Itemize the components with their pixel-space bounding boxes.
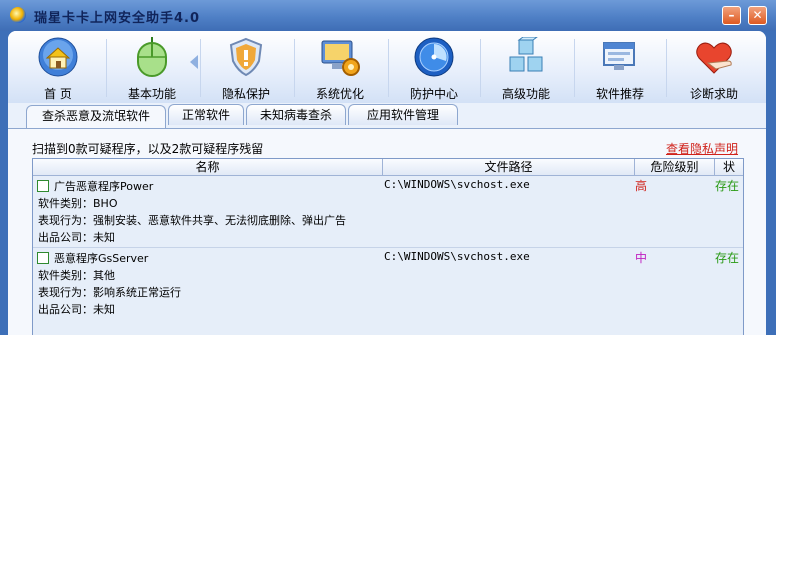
toolbar-label-advanced: 高级功能 (501, 87, 550, 101)
toolbar-label-privacy: 隐私保护 (221, 87, 270, 101)
toolbar-divider (666, 39, 667, 97)
table-header: 名称 文件路径 危险级别 状 (33, 159, 743, 176)
row-path: C:\WINDOWS\svchost.exe (384, 250, 530, 263)
app-logo-icon (10, 7, 26, 23)
toolbar-item-home[interactable]: 首 页 (12, 35, 104, 103)
row-level: 中 (635, 251, 648, 265)
close-button[interactable]: ✕ (748, 6, 767, 25)
tab-normal-software[interactable]: 正常软件 (168, 104, 244, 125)
column-header-level[interactable]: 危险级别 (635, 159, 715, 175)
home-icon (38, 37, 78, 77)
row-company: 出品公司：未知 (38, 303, 115, 316)
toolbar-item-basic[interactable]: 基本功能 (106, 35, 198, 103)
row-level: 高 (635, 179, 648, 193)
tab-app-manager[interactable]: 应用软件管理 (348, 104, 458, 125)
row-name: 广告恶意程序Power (54, 180, 154, 193)
tab-malware-scan[interactable]: 查杀恶意及流氓软件 (26, 105, 166, 128)
row-status: 存在 (715, 179, 740, 193)
row-status: 存在 (715, 251, 740, 265)
toolbar-label-recommend: 软件推荐 (595, 87, 644, 101)
mouse-icon (137, 37, 167, 77)
toolbar-item-optimize[interactable]: 系统优化 (294, 35, 386, 103)
minimize-button[interactable]: – (722, 6, 741, 25)
chevron-left-icon (190, 55, 198, 69)
toolbar-label-help: 诊断求助 (689, 87, 738, 101)
column-header-name[interactable]: 名称 (33, 159, 383, 175)
toolbar-item-protection[interactable]: 防护中心 (388, 35, 480, 103)
toolbar-label-protection: 防护中心 (409, 87, 458, 101)
toolbar-label-home: 首 页 (44, 87, 72, 101)
column-header-status[interactable]: 状 (715, 159, 743, 175)
table-row[interactable]: 广告恶意程序Power C:\WINDOWS\svchost.exe 高 存在 … (33, 176, 743, 248)
client-area: 首 页 基本功能 隐私保护 系统优化 防护中心 高级功能 软件推荐 诊断求助 查… (8, 31, 766, 335)
row-behavior: 表现行为：影响系统正常运行 (38, 286, 181, 299)
scan-summary: 扫描到0款可疑程序，以及2款可疑程序残留 (32, 142, 264, 156)
app-window: 瑞星卡卡上网安全助手4.0 – ✕ 首 页 基本功能 隐私保护 系统优化 防护中… (0, 0, 776, 335)
scan-panel: 扫描到0款可疑程序，以及2款可疑程序残留 查看隐私声明 名称 文件路径 危险级别… (8, 128, 766, 335)
toolbar-item-privacy[interactable]: 隐私保护 (200, 35, 292, 103)
tab-unknown-virus[interactable]: 未知病毒查杀 (246, 104, 346, 125)
privacy-link[interactable]: 查看隐私声明 (666, 140, 738, 157)
heart-hand-icon (696, 42, 732, 74)
row-category: 软件类别：BHO (38, 197, 118, 210)
toolbar-item-recommend[interactable]: 软件推荐 (574, 35, 666, 103)
row-company: 出品公司：未知 (38, 231, 115, 244)
row-name: 恶意程序GsServer (54, 252, 149, 265)
column-header-path[interactable]: 文件路径 (383, 159, 635, 175)
sub-tab-bar: 查杀恶意及流氓软件 正常软件 未知病毒查杀 应用软件管理 (8, 103, 766, 129)
windows-icon (603, 42, 635, 70)
window-title: 瑞星卡卡上网安全助手4.0 (34, 11, 201, 26)
row-behavior: 表现行为：强制安装、恶意软件共享、无法彻底删除、弹出广告 (38, 214, 346, 227)
toolbar-item-advanced[interactable]: 高级功能 (480, 35, 572, 103)
table-row[interactable]: 恶意程序GsServer C:\WINDOWS\svchost.exe 中 存在… (33, 248, 743, 320)
title-bar[interactable]: 瑞星卡卡上网安全助手4.0 – ✕ (0, 0, 776, 31)
row-checkbox[interactable] (37, 252, 49, 264)
cubes-icon (509, 37, 543, 72)
toolbar-label-basic: 基本功能 (127, 87, 176, 101)
table-empty-area (33, 319, 743, 335)
monitor-gear-icon (321, 40, 360, 76)
toolbar-label-optimize: 系统优化 (315, 87, 364, 101)
toolbar-item-help[interactable]: 诊断求助 (668, 35, 760, 103)
row-checkbox[interactable] (37, 180, 49, 192)
shield-icon (229, 37, 263, 77)
main-toolbar: 首 页 基本功能 隐私保护 系统优化 防护中心 高级功能 软件推荐 诊断求助 (8, 31, 766, 104)
row-path: C:\WINDOWS\svchost.exe (384, 178, 530, 191)
radar-icon (414, 37, 454, 77)
results-table: 名称 文件路径 危险级别 状 广告恶意程序Power C:\WINDOWS\sv… (32, 158, 744, 335)
row-category: 软件类别：其他 (38, 269, 115, 282)
